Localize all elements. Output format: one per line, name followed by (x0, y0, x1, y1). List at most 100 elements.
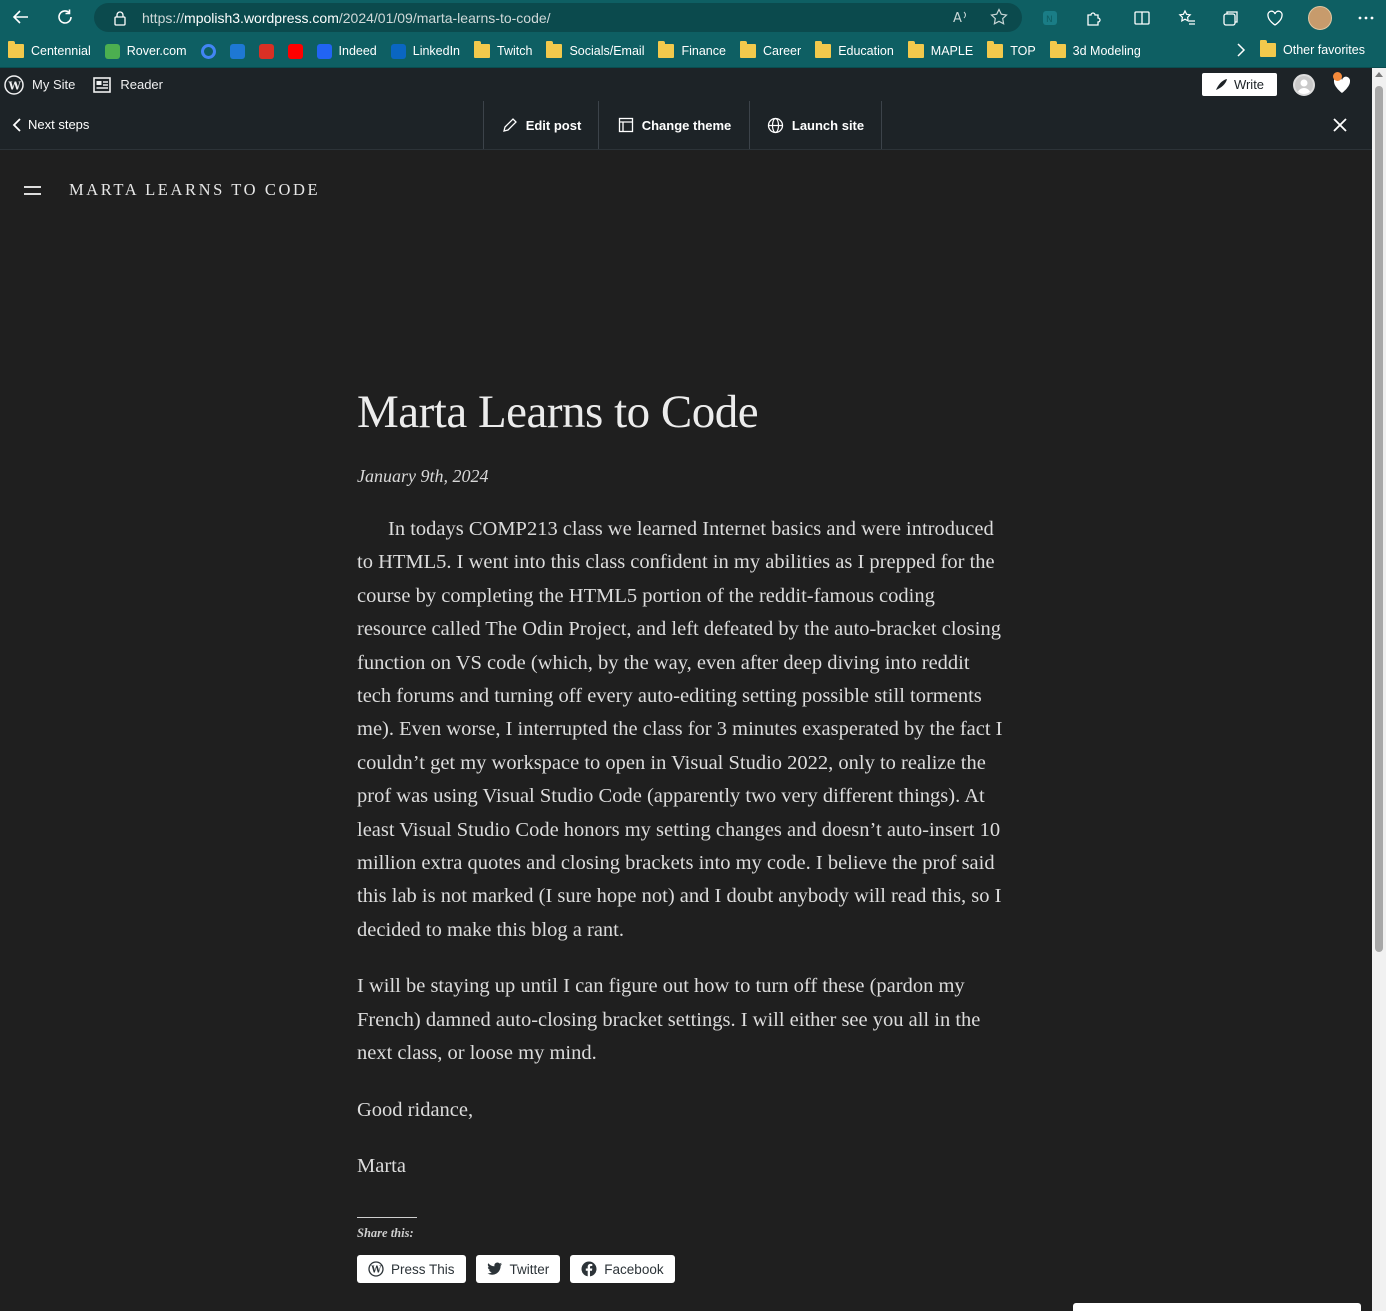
post-title: Marta Learns to Code (357, 386, 759, 438)
bookmark-label: LinkedIn (412, 44, 461, 58)
bookmark-label: Career (762, 44, 802, 58)
scroll-thumb[interactable] (1375, 86, 1383, 952)
bookmark-item[interactable]: MAPLE (907, 41, 973, 58)
post-paragraph: I will be staying up until I can figure … (357, 975, 981, 1065)
bookmark-label: 3d Modeling (1072, 44, 1141, 58)
twitter-bird-icon (487, 1262, 502, 1276)
gmail-icon (258, 43, 274, 59)
svg-text:W: W (370, 1266, 382, 1276)
read-aloud-icon[interactable]: A (952, 8, 970, 26)
edit-post-label: Edit post (525, 117, 582, 133)
more-dots-icon (1358, 16, 1374, 20)
favorites-button[interactable] (1173, 4, 1201, 32)
extension-button[interactable]: N (1036, 4, 1064, 32)
bookmark-item[interactable] (258, 43, 274, 59)
folder-icon (1260, 40, 1276, 57)
folder-icon (907, 41, 924, 58)
facebook-icon (581, 1261, 597, 1278)
bookmark-item[interactable]: LinkedIn (390, 43, 461, 59)
other-favorites-folder[interactable]: Other favorites (1260, 40, 1365, 57)
change-theme-button[interactable]: Change theme (598, 101, 750, 149)
svg-text:N: N (1046, 15, 1053, 25)
next-steps-label: Next steps (28, 117, 90, 132)
post-article: Marta Learns to Code January 9th, 2024 I… (357, 380, 1007, 1284)
quill-icon (1215, 79, 1227, 90)
share-press-this-button[interactable]: W Press This (357, 1255, 466, 1284)
profile-button[interactable] (1306, 4, 1334, 32)
bookmark-item[interactable] (287, 43, 303, 59)
wordpress-logo-icon: W (368, 1261, 384, 1277)
favorite-star-icon[interactable] (990, 8, 1008, 26)
paw-icon (104, 43, 120, 59)
bookmark-item[interactable]: Centennial (8, 41, 91, 58)
browser-essentials-button[interactable] (1261, 4, 1289, 32)
svg-text:A: A (953, 11, 962, 26)
launchpad-bar: Next steps Edit post Change theme Launch… (0, 101, 1372, 150)
back-button[interactable] (3, 2, 39, 32)
lock-icon (114, 10, 126, 26)
bookmark-item[interactable]: Finance (658, 41, 726, 58)
page-scrollbar[interactable] (1372, 68, 1386, 1311)
reader-menu[interactable]: Reader (93, 76, 163, 93)
bookmarks-overflow-chevron-icon[interactable] (1236, 43, 1246, 60)
collections-button[interactable] (1217, 4, 1245, 32)
split-screen-icon (1134, 11, 1150, 25)
puzzle-icon (1087, 12, 1101, 26)
bookmark-item[interactable]: Education (815, 41, 894, 58)
user-avatar[interactable] (1293, 74, 1315, 96)
browser-toolbar: https://mpolish3.wordpress.com/2024/01/0… (0, 0, 1386, 35)
site-title[interactable]: MARTA LEARNS TO CODE (69, 180, 320, 200)
split-screen-button[interactable] (1128, 4, 1156, 32)
bookmark-label: Finance (681, 44, 726, 58)
refresh-button[interactable] (47, 2, 83, 32)
post-signature: Marta (357, 1154, 406, 1177)
share-twitter-button[interactable]: Twitter (475, 1255, 561, 1284)
menu-hamburger-icon[interactable] (24, 184, 42, 196)
bookmark-item[interactable] (229, 43, 245, 59)
folder-icon (1049, 41, 1066, 58)
close-icon[interactable] (1330, 115, 1350, 135)
scroll-up-arrow-icon[interactable] (1375, 72, 1383, 77)
svg-text:W: W (8, 79, 22, 92)
share-facebook-button[interactable]: Facebook (570, 1255, 675, 1284)
bookmark-label: Rover.com (126, 44, 187, 58)
my-site-menu[interactable]: W My Site (4, 74, 75, 95)
wordpress-logo-icon: W (4, 74, 24, 95)
bookmark-item[interactable]: Career (739, 41, 802, 58)
share-divider (357, 1217, 417, 1219)
bookmark-label: Education (838, 44, 894, 58)
bookmark-label: Twitch (497, 44, 533, 58)
reader-label: Reader (120, 77, 163, 92)
bookmark-item[interactable]: Socials/Email (546, 41, 644, 58)
bookmark-item[interactable] (200, 43, 216, 59)
edit-post-button[interactable]: Edit post (483, 101, 599, 149)
pencil-icon (502, 118, 517, 132)
google-icon (200, 43, 216, 59)
next-steps-link[interactable]: Next steps (12, 117, 89, 132)
folder-icon (815, 41, 832, 58)
profile-avatar (1308, 6, 1332, 30)
reader-icon (93, 76, 112, 93)
notification-badge (1333, 72, 1342, 81)
folder-icon (546, 41, 563, 58)
launch-site-button[interactable]: Launch site (749, 101, 882, 149)
post-signoff: Good ridance, (357, 1098, 474, 1121)
change-theme-label: Change theme (641, 117, 732, 133)
extensions-button[interactable] (1080, 4, 1108, 32)
bookmark-item[interactable]: TOP (987, 41, 1036, 58)
extension-badge-icon: N (1043, 11, 1057, 25)
share-facebook-label: Facebook (604, 1261, 664, 1277)
write-label: Write (1233, 77, 1265, 92)
settings-more-button[interactable] (1352, 4, 1380, 32)
youtube-icon (287, 43, 303, 59)
write-button[interactable]: Write (1202, 73, 1277, 96)
address-bar[interactable]: https://mpolish3.wordpress.com/2024/01/0… (94, 3, 1022, 32)
other-favorites-label: Other favorites (1283, 43, 1365, 57)
bookmark-item[interactable]: 3d Modeling (1049, 41, 1141, 58)
post-date[interactable]: January 9th, 2024 (357, 466, 1007, 487)
layout-icon (618, 117, 633, 133)
bookmark-item[interactable]: Rover.com (104, 43, 187, 59)
user-silhouette-icon (1297, 79, 1311, 94)
bookmark-item[interactable]: Twitch (474, 41, 533, 58)
bookmark-item[interactable]: Indeed (316, 43, 377, 59)
